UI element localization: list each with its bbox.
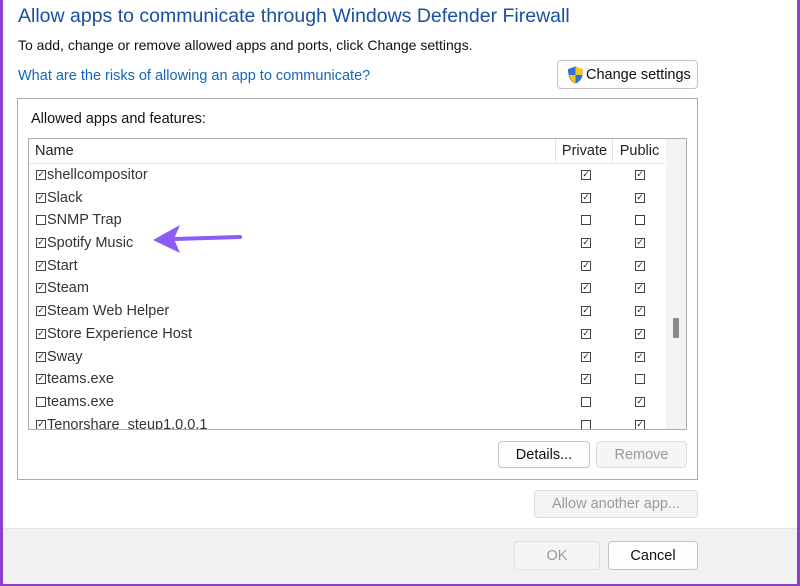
public-checkbox[interactable] bbox=[635, 192, 645, 203]
app-enabled-checkbox[interactable] bbox=[36, 260, 46, 271]
app-enabled-checkbox[interactable] bbox=[36, 351, 46, 362]
column-header-public[interactable]: Public bbox=[612, 139, 667, 163]
app-enabled-checkbox[interactable] bbox=[36, 192, 46, 203]
public-checkbox[interactable] bbox=[635, 260, 645, 271]
app-enabled-checkbox[interactable] bbox=[36, 374, 46, 385]
public-checkbox[interactable] bbox=[635, 306, 645, 317]
ok-button[interactable]: OK bbox=[514, 541, 600, 570]
uac-shield-icon bbox=[567, 65, 584, 84]
change-settings-label: Change settings bbox=[586, 66, 691, 83]
private-checkbox[interactable] bbox=[581, 328, 591, 339]
list-item[interactable]: shellcompositor bbox=[29, 164, 665, 187]
app-enabled-checkbox[interactable] bbox=[36, 419, 46, 429]
details-button[interactable]: Details... bbox=[498, 441, 590, 468]
app-name: Slack bbox=[47, 189, 83, 206]
private-checkbox[interactable] bbox=[581, 283, 591, 294]
list-item[interactable]: Start bbox=[29, 255, 665, 278]
app-enabled-checkbox[interactable] bbox=[36, 215, 46, 226]
private-checkbox[interactable] bbox=[581, 170, 591, 180]
app-enabled-checkbox[interactable] bbox=[36, 238, 46, 249]
app-name: Steam bbox=[47, 280, 89, 297]
app-name: teams.exe bbox=[47, 393, 114, 410]
private-checkbox[interactable] bbox=[581, 374, 591, 385]
dialog-title: Allow apps to communicate through Window… bbox=[18, 5, 570, 27]
list-item[interactable]: Spotify Music bbox=[29, 232, 665, 255]
app-name: Steam Web Helper bbox=[47, 303, 170, 320]
public-checkbox[interactable] bbox=[635, 351, 645, 362]
list-scrollbar[interactable] bbox=[666, 139, 686, 429]
public-checkbox[interactable] bbox=[635, 238, 645, 249]
app-name: Spotify Music bbox=[47, 235, 134, 252]
public-checkbox[interactable] bbox=[635, 419, 645, 429]
public-checkbox[interactable] bbox=[635, 283, 645, 294]
list-item[interactable]: Slack bbox=[29, 187, 665, 210]
app-enabled-checkbox[interactable] bbox=[36, 306, 46, 317]
allow-another-app-button[interactable]: Allow another app... bbox=[534, 490, 698, 518]
list-item[interactable]: SNMP Trap bbox=[29, 209, 665, 232]
private-checkbox[interactable] bbox=[581, 419, 591, 429]
cancel-button[interactable]: Cancel bbox=[608, 541, 698, 570]
app-enabled-checkbox[interactable] bbox=[36, 328, 46, 339]
app-enabled-checkbox[interactable] bbox=[36, 396, 46, 407]
remove-button[interactable]: Remove bbox=[596, 441, 687, 468]
public-checkbox[interactable] bbox=[635, 328, 645, 339]
list-item[interactable]: Sway bbox=[29, 346, 665, 369]
app-name: shellcompositor bbox=[47, 167, 148, 183]
column-header-private[interactable]: Private bbox=[555, 139, 613, 163]
app-enabled-checkbox[interactable] bbox=[36, 170, 46, 180]
allowed-apps-label: Allowed apps and features: bbox=[31, 111, 206, 127]
column-header-name[interactable]: Name bbox=[35, 139, 74, 163]
private-checkbox[interactable] bbox=[581, 260, 591, 271]
app-name: SNMP Trap bbox=[47, 212, 122, 229]
list-item[interactable]: Store Experience Host bbox=[29, 323, 665, 346]
app-name: Sway bbox=[47, 348, 83, 365]
list-item[interactable]: Steam Web Helper bbox=[29, 300, 665, 323]
dialog-subtitle: To add, change or remove allowed apps an… bbox=[18, 37, 473, 53]
list-rows: shellcompositor Slack SNMP Trap Spotify Mus… bbox=[29, 164, 665, 430]
public-checkbox[interactable] bbox=[635, 396, 645, 407]
scrollbar-thumb[interactable] bbox=[673, 318, 679, 338]
public-checkbox[interactable] bbox=[635, 215, 645, 226]
list-header: Name Private Public bbox=[29, 139, 667, 164]
risks-link[interactable]: What are the risks of allowing an app to… bbox=[18, 68, 370, 84]
allowed-apps-list[interactable]: Name Private Public shellcompositor Slack… bbox=[28, 138, 687, 430]
public-checkbox[interactable] bbox=[635, 170, 645, 180]
app-name: Store Experience Host bbox=[47, 325, 193, 342]
list-item[interactable]: teams.exe bbox=[29, 368, 665, 391]
private-checkbox[interactable] bbox=[581, 351, 591, 362]
private-checkbox[interactable] bbox=[581, 238, 591, 249]
list-item[interactable]: teams.exe bbox=[29, 391, 665, 414]
list-item[interactable]: Tenorshare_steup1.0.0.1 bbox=[29, 414, 665, 430]
change-settings-button[interactable]: Change settings bbox=[557, 60, 698, 89]
list-item[interactable]: Steam bbox=[29, 277, 665, 300]
app-enabled-checkbox[interactable] bbox=[36, 283, 46, 294]
app-name: teams.exe bbox=[47, 371, 114, 388]
private-checkbox[interactable] bbox=[581, 192, 591, 203]
private-checkbox[interactable] bbox=[581, 215, 591, 226]
private-checkbox[interactable] bbox=[581, 396, 591, 407]
public-checkbox[interactable] bbox=[635, 374, 645, 385]
window-border-left bbox=[0, 0, 3, 586]
annotation-arrow-icon bbox=[153, 225, 242, 253]
app-name: Start bbox=[47, 257, 78, 274]
private-checkbox[interactable] bbox=[581, 306, 591, 317]
app-name: Tenorshare_steup1.0.0.1 bbox=[47, 416, 208, 430]
